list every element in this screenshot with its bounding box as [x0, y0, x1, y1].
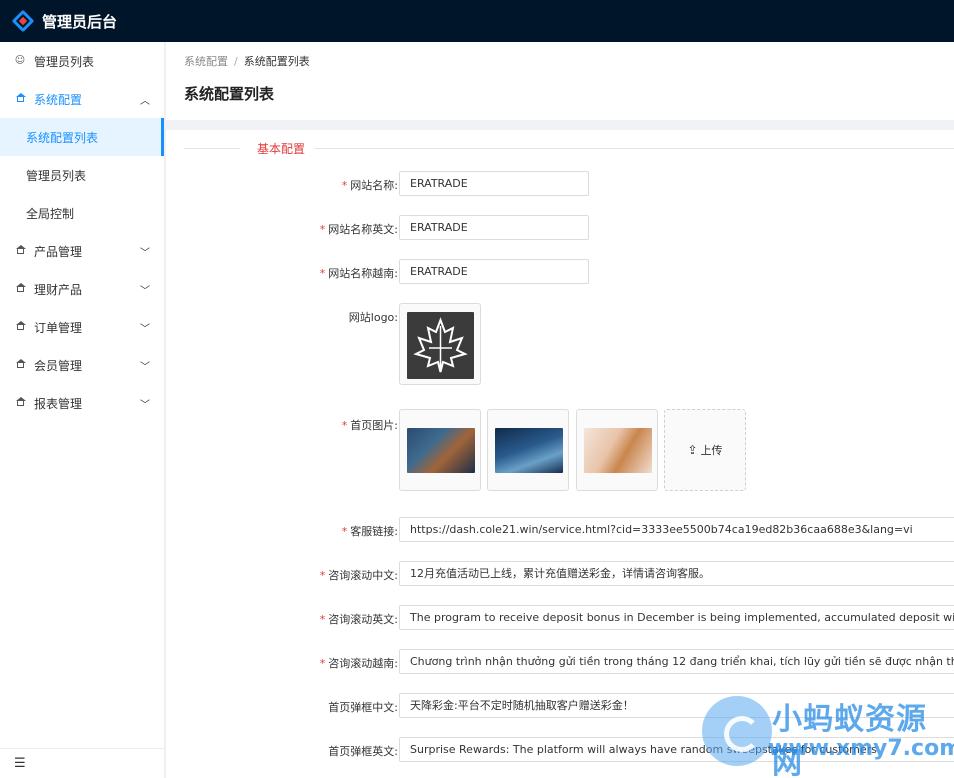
breadcrumb-parent[interactable]: 系统配置 [184, 55, 228, 68]
ticker-cn-input[interactable]: 12月充值活动已上线，累计充值赠送彩金，详情请咨询客服。 [399, 561, 954, 586]
sidebar-item-label: 产品管理 [34, 244, 83, 259]
sidebar-item-label: 报表管理 [34, 396, 83, 411]
service-link-input[interactable]: https://dash.cole21.win/service.html?cid… [399, 517, 954, 542]
site-name-en-input[interactable]: ERATRADE [399, 215, 589, 240]
breadcrumb: 系统配置 / 系统配置列表 [184, 53, 310, 69]
chevron-down-icon: ﹀ [140, 400, 150, 411]
config-form: 基本配置 * 网站名称: ERATRADE * 网站名称英文: ERATRADE *… [166, 130, 954, 778]
home-icon [14, 321, 26, 333]
home-image-1[interactable] [399, 409, 481, 491]
sidebar-item-admin-list[interactable]: ☺ 管理员列表 [0, 42, 164, 80]
section-divider [184, 148, 240, 149]
site-name-label: * 网站名称: [341, 179, 398, 192]
ticker-vn-input[interactable]: Chương trình nhận thưởng gửi tiền trong … [399, 649, 954, 674]
sidebar-item-label: 会员管理 [34, 358, 83, 373]
sidebar-subitem-config-list[interactable]: 系统配置列表 [0, 118, 164, 156]
sidebar-subitem-label: 全局控制 [26, 206, 75, 221]
home-image-2[interactable] [487, 409, 569, 491]
home-icon [14, 283, 26, 295]
service-link-label: * 客服链接: [341, 525, 398, 538]
sidebar-subitem-admin-list[interactable]: 管理员列表 [0, 156, 164, 194]
ticker-en-label: * 咨询滚动英文: [319, 613, 398, 626]
breadcrumb-current: 系统配置列表 [243, 55, 310, 68]
sidebar-subitem-label: 管理员列表 [26, 168, 87, 183]
site-name-vn-input[interactable]: ERATRADE [399, 259, 589, 284]
section-title: 基本配置 [257, 142, 306, 156]
upload-label: 上传 [700, 444, 723, 457]
popup-cn-label: 首页弹框中文: [328, 701, 398, 714]
sidebar-item-report-management[interactable]: 报表管理 ﹀ [0, 384, 164, 422]
sidebar: ☺ 管理员列表 系统配置 ︿ 系统配置列表 管理员列表 全局控制 产品管理 ﹀ … [0, 42, 165, 778]
site-logo-label: 网站logo: [348, 311, 398, 324]
coin-hand-image [584, 428, 652, 473]
popup-en-label: 首页弹框英文: [328, 745, 398, 758]
sidebar-item-member-management[interactable]: 会员管理 ﹀ [0, 346, 164, 384]
chevron-down-icon: ﹀ [140, 248, 150, 259]
sidebar-subitem-global-control[interactable]: 全局控制 [0, 194, 164, 232]
app-logo-icon [11, 9, 35, 33]
sidebar-item-finance-products[interactable]: 理财产品 ﹀ [0, 270, 164, 308]
sidebar-item-label: 理财产品 [34, 282, 83, 297]
page-title: 系统配置列表 [184, 85, 275, 103]
upload-icon: ⇪ [687, 443, 698, 457]
sidebar-item-label: 系统配置 [34, 92, 83, 107]
smile-icon: ☺ [14, 55, 26, 66]
sidebar-subitem-label: 系统配置列表 [26, 130, 99, 145]
ticker-cn-label: * 咨询滚动中文: [319, 569, 398, 582]
sidebar-item-order-management[interactable]: 订单管理 ﹀ [0, 308, 164, 346]
maple-leaf-logo-image [407, 312, 474, 379]
home-icon [14, 245, 26, 257]
stock-chart-image [495, 428, 563, 473]
app-title: 管理员后台 [42, 12, 118, 31]
ticker-en-input[interactable]: The program to receive deposit bonus in … [399, 605, 954, 630]
sidebar-collapse-button[interactable]: ☰ [0, 748, 165, 778]
main-content: 基本配置 * 网站名称: ERATRADE * 网站名称英文: ERATRADE *… [166, 120, 954, 778]
chevron-down-icon: ﹀ [140, 286, 150, 297]
sidebar-item-product-management[interactable]: 产品管理 ﹀ [0, 232, 164, 270]
top-bar: 管理员后台 [0, 0, 954, 42]
city-night-image [407, 428, 475, 473]
site-logo-preview[interactable] [399, 303, 481, 385]
upload-button[interactable]: ⇪ 上传 [664, 409, 746, 491]
chevron-down-icon: ﹀ [140, 362, 150, 373]
chevron-up-icon: ︿ [140, 96, 150, 107]
home-images-label: * 首页图片: [341, 419, 398, 432]
section-divider [314, 148, 954, 149]
site-name-en-label: * 网站名称英文: [319, 223, 398, 236]
sidebar-item-system-config[interactable]: 系统配置 ︿ [0, 80, 164, 118]
popup-en-input[interactable]: Surprise Rewards: The platform will alwa… [399, 737, 954, 762]
home-icon [14, 359, 26, 371]
home-icon [14, 397, 26, 409]
page-header: 系统配置 / 系统配置列表 系统配置列表 [166, 42, 954, 120]
site-name-vn-label: * 网站名称越南: [319, 267, 398, 280]
home-icon [14, 93, 26, 105]
sidebar-item-label: 管理员列表 [34, 54, 95, 69]
menu-fold-icon: ☰ [14, 756, 26, 771]
chevron-down-icon: ﹀ [140, 324, 150, 335]
site-name-input[interactable]: ERATRADE [399, 171, 589, 196]
home-image-3[interactable] [576, 409, 658, 491]
breadcrumb-separator: / [234, 55, 238, 68]
sidebar-item-label: 订单管理 [34, 320, 83, 335]
popup-cn-input[interactable]: 天降彩金:平台不定时随机抽取客户赠送彩金！ [399, 693, 954, 718]
ticker-vn-label: * 咨询滚动越南: [319, 657, 398, 670]
